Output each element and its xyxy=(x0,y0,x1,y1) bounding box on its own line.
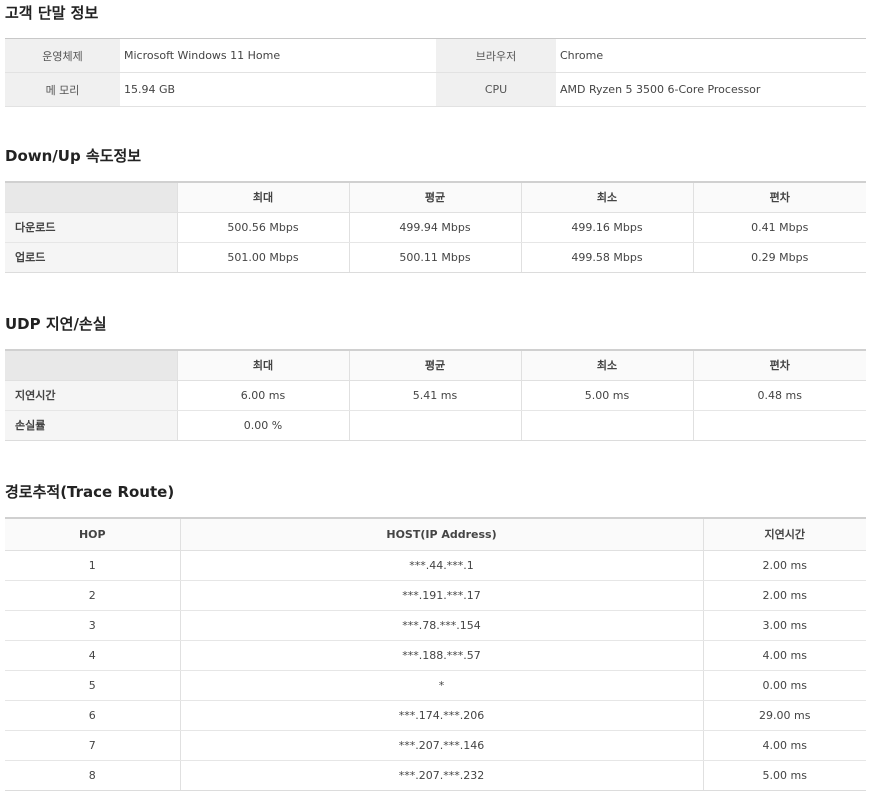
latency-cell: 4.00 ms xyxy=(702,640,866,671)
latency-cell: 3.00 ms xyxy=(702,610,866,641)
os-label: 운영체제 xyxy=(5,38,120,73)
host-cell: ***.191.***.17 xyxy=(179,580,703,611)
download-dev: 0.41 Mbps xyxy=(692,212,866,243)
latency-cell: 2.00 ms xyxy=(702,580,866,611)
latency-cell: 4.00 ms xyxy=(702,730,866,761)
trace-header-host: HOST(IP Address) xyxy=(179,518,703,551)
host-cell: ***.78.***.154 xyxy=(179,610,703,641)
host-cell: ***.174.***.206 xyxy=(179,700,703,731)
host-cell: * xyxy=(179,670,703,701)
speed-info-title: Down/Up 속도정보 xyxy=(5,147,142,165)
latency-cell: 2.00 ms xyxy=(702,550,866,581)
device-row-os: 운영체제 Microsoft Windows 11 Home 브라우저 Chro… xyxy=(5,38,866,73)
loss-dev xyxy=(692,410,866,441)
hop-cell: 3 xyxy=(5,610,180,641)
device-row-memory: 메 모리 15.94 GB CPU AMD Ryzen 5 3500 6-Cor… xyxy=(5,72,866,107)
udp-header-avg: 평균 xyxy=(348,350,521,381)
loss-avg xyxy=(348,410,521,441)
udp-table: 최대 평균 최소 편차 지연시간 6.00 ms 5.41 ms 5.00 ms… xyxy=(5,349,866,441)
latency-cell: 29.00 ms xyxy=(702,700,866,731)
loss-min xyxy=(520,410,693,441)
speed-corner-cell xyxy=(5,182,177,213)
table-row: 4 ***.188.***.57 4.00 ms xyxy=(5,640,866,671)
browser-value: Chrome xyxy=(556,38,866,73)
hop-cell: 1 xyxy=(5,550,180,581)
latency-min: 5.00 ms xyxy=(520,380,693,411)
latency-cell: 0.00 ms xyxy=(702,670,866,701)
trace-header-row: HOP HOST(IP Address) 지연시간 xyxy=(5,518,866,551)
device-info-table: 운영체제 Microsoft Windows 11 Home 브라우저 Chro… xyxy=(5,38,866,107)
latency-dev: 0.48 ms xyxy=(692,380,866,411)
latency-max: 6.00 ms xyxy=(176,380,349,411)
speed-header-max: 최대 xyxy=(176,182,349,213)
speed-header-row: 최대 평균 최소 편차 xyxy=(5,182,866,213)
udp-info-title: UDP 지연/손실 xyxy=(5,315,107,333)
trace-route-table: HOP HOST(IP Address) 지연시간 1 ***.44.***.1… xyxy=(5,517,866,791)
latency-avg: 5.41 ms xyxy=(348,380,521,411)
host-cell: ***.44.***.1 xyxy=(179,550,703,581)
speed-row-download: 다운로드 500.56 Mbps 499.94 Mbps 499.16 Mbps… xyxy=(5,212,866,243)
download-avg: 499.94 Mbps xyxy=(348,212,521,243)
cpu-label: CPU xyxy=(436,72,556,107)
loss-label: 손실률 xyxy=(5,410,177,441)
device-info-title: 고객 단말 정보 xyxy=(5,4,99,22)
host-cell: ***.188.***.57 xyxy=(179,640,703,671)
hop-cell: 5 xyxy=(5,670,180,701)
udp-header-min: 최소 xyxy=(520,350,693,381)
hop-cell: 6 xyxy=(5,700,180,731)
udp-row-loss: 손실률 0.00 % xyxy=(5,410,866,441)
table-row: 5 * 0.00 ms xyxy=(5,670,866,701)
upload-min: 499.58 Mbps xyxy=(520,242,693,273)
table-row: 6 ***.174.***.206 29.00 ms xyxy=(5,700,866,731)
download-min: 499.16 Mbps xyxy=(520,212,693,243)
table-row: 1 ***.44.***.1 2.00 ms xyxy=(5,550,866,581)
udp-header-dev: 편차 xyxy=(692,350,866,381)
trace-route-title: 경로추적(Trace Route) xyxy=(5,483,175,501)
latency-label: 지연시간 xyxy=(5,380,177,411)
loss-value: 0.00 % xyxy=(176,410,349,441)
download-max: 500.56 Mbps xyxy=(176,212,349,243)
hop-cell: 2 xyxy=(5,580,180,611)
upload-avg: 500.11 Mbps xyxy=(348,242,521,273)
host-cell: ***.207.***.232 xyxy=(179,760,703,791)
upload-dev: 0.29 Mbps xyxy=(692,242,866,273)
download-label: 다운로드 xyxy=(5,212,177,243)
cpu-value: AMD Ryzen 5 3500 6-Core Processor xyxy=(556,72,866,107)
udp-header-max: 최대 xyxy=(176,350,349,381)
speed-header-min: 최소 xyxy=(520,182,693,213)
speed-header-dev: 편차 xyxy=(692,182,866,213)
trace-header-hop: HOP xyxy=(5,518,180,551)
speed-test-result-page: 고객 단말 정보 운영체제 Microsoft Windows 11 Home … xyxy=(0,0,884,803)
table-row: 8 ***.207.***.232 5.00 ms xyxy=(5,760,866,791)
udp-row-latency: 지연시간 6.00 ms 5.41 ms 5.00 ms 0.48 ms xyxy=(5,380,866,411)
memory-value: 15.94 GB xyxy=(120,72,436,107)
table-row: 3 ***.78.***.154 3.00 ms xyxy=(5,610,866,641)
upload-max: 501.00 Mbps xyxy=(176,242,349,273)
hop-cell: 4 xyxy=(5,640,180,671)
latency-cell: 5.00 ms xyxy=(702,760,866,791)
table-row: 7 ***.207.***.146 4.00 ms xyxy=(5,730,866,761)
browser-label: 브라우저 xyxy=(436,38,556,73)
hop-cell: 7 xyxy=(5,730,180,761)
trace-header-latency: 지연시간 xyxy=(702,518,866,551)
upload-label: 업로드 xyxy=(5,242,177,273)
speed-table: 최대 평균 최소 편차 다운로드 500.56 Mbps 499.94 Mbps… xyxy=(5,181,866,273)
speed-row-upload: 업로드 501.00 Mbps 500.11 Mbps 499.58 Mbps … xyxy=(5,242,866,273)
table-row: 2 ***.191.***.17 2.00 ms xyxy=(5,580,866,611)
udp-header-row: 최대 평균 최소 편차 xyxy=(5,350,866,381)
udp-corner-cell xyxy=(5,350,177,381)
hop-cell: 8 xyxy=(5,760,180,791)
memory-label: 메 모리 xyxy=(5,72,120,107)
speed-header-avg: 평균 xyxy=(348,182,521,213)
host-cell: ***.207.***.146 xyxy=(179,730,703,761)
os-value: Microsoft Windows 11 Home xyxy=(120,38,436,73)
